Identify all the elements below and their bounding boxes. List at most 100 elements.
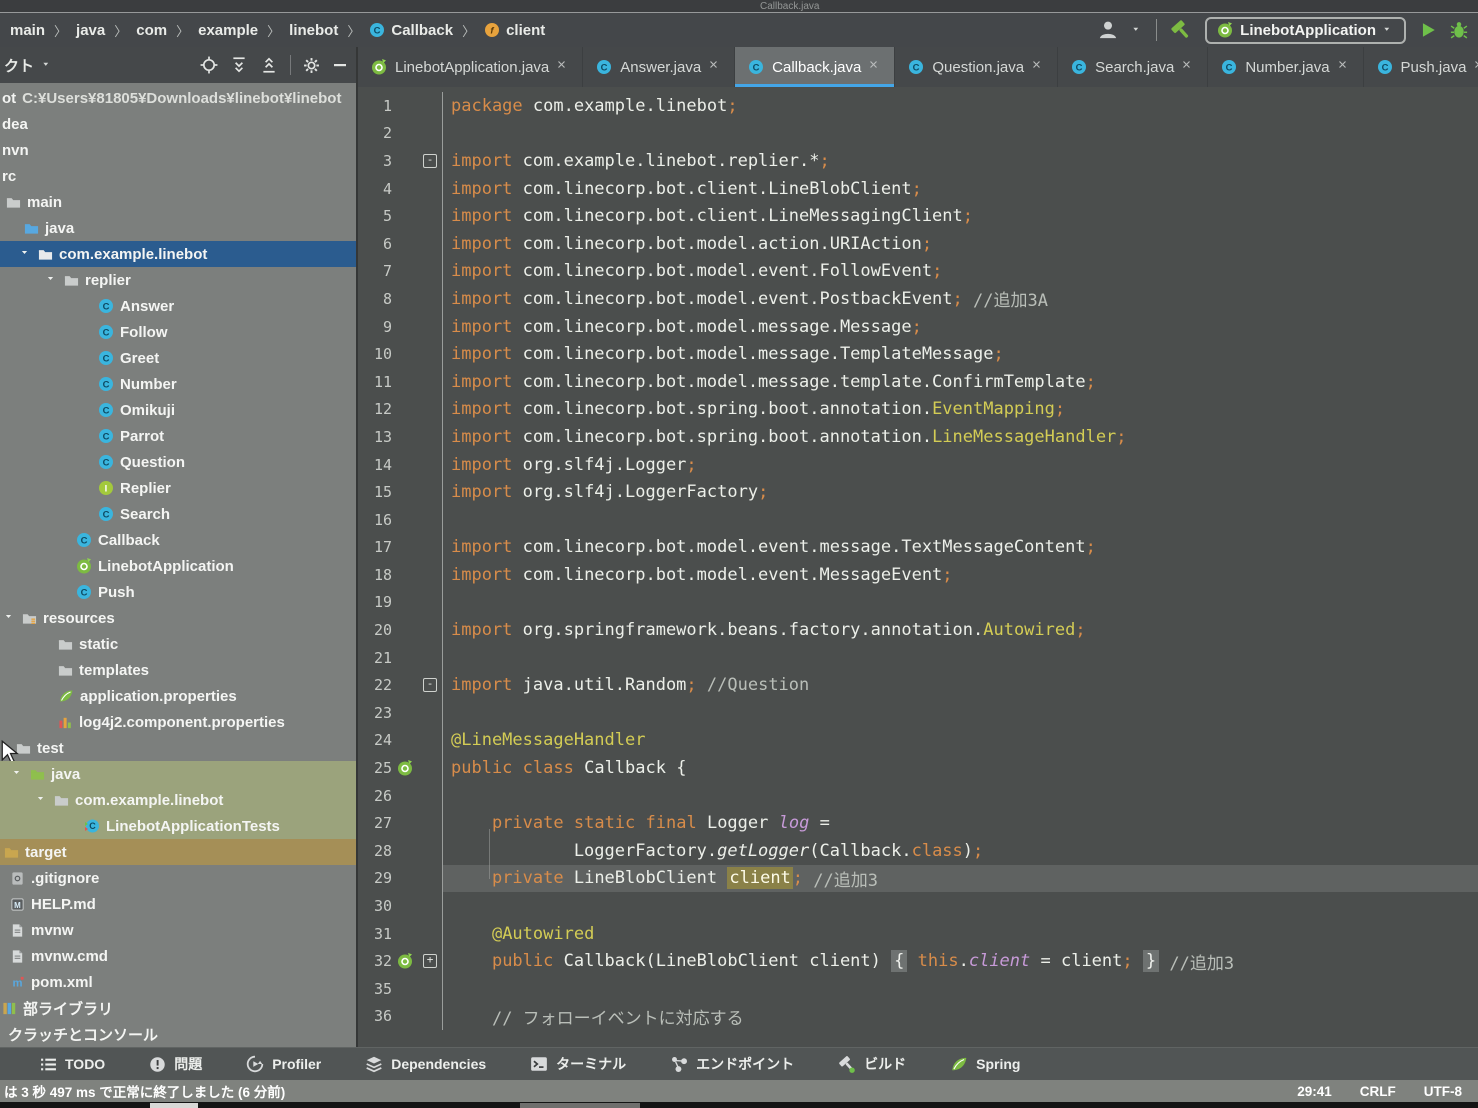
fold-collapse-icon[interactable]: - (423, 154, 437, 168)
gear-icon[interactable] (303, 57, 320, 74)
code-line-text: @LineMessageHandler (443, 727, 1478, 755)
tree-item-question[interactable]: CQuestion (0, 449, 356, 475)
toolwindow-エンドポイント[interactable]: エンドポイント (670, 1054, 794, 1074)
tree-item-answer[interactable]: CAnswer (0, 293, 356, 319)
tree-item-resources[interactable]: resources (0, 605, 356, 631)
toolwindow-todo[interactable]: TODO (40, 1056, 105, 1073)
tree-item-static[interactable]: static (0, 631, 356, 657)
code-token: import (451, 399, 512, 419)
file-encoding[interactable]: UTF-8 (1424, 1084, 1462, 1099)
tree-item-linebotapplicationtests[interactable]: CLinebotApplicationTests (0, 813, 356, 839)
tree-item-java[interactable]: java (0, 215, 356, 241)
tree-item-replier[interactable]: replier (0, 267, 356, 293)
tree-item--gitignore[interactable]: .gitignore (0, 865, 356, 891)
tree-item-nvn[interactable]: nvn (0, 137, 356, 163)
fold-column (418, 340, 443, 368)
toolwindow-dependencies[interactable]: Dependencies (365, 1055, 486, 1073)
chevron-down-icon[interactable] (4, 612, 16, 624)
tree-item-application-properties[interactable]: application.properties (0, 683, 356, 709)
close-icon[interactable] (1338, 59, 1350, 75)
tree-item-mvnw[interactable]: mvnw (0, 917, 356, 943)
tab-search-java[interactable]: CSearch.java (1058, 47, 1208, 87)
tree-item-dea[interactable]: dea (0, 111, 356, 137)
breadcrumb-item-client[interactable]: fclient (484, 22, 545, 39)
collapse-all-icon[interactable] (260, 56, 278, 74)
tree-item-ot[interactable]: ot C:¥Users¥81805¥Downloads¥linebot¥line… (0, 85, 356, 111)
tree-item-follow[interactable]: CFollow (0, 319, 356, 345)
tab-linebotapplication-java[interactable]: LinebotApplication.java (358, 47, 583, 87)
toolwindow-ターミナル[interactable]: ターミナル (530, 1054, 626, 1074)
fold-expand-icon[interactable]: + (423, 954, 437, 968)
tree-item-linebotapplication[interactable]: LinebotApplication (0, 553, 356, 579)
caret-position[interactable]: 29:41 (1297, 1084, 1332, 1099)
tree-item-main[interactable]: main (0, 189, 356, 215)
chevron-down-icon[interactable] (12, 768, 24, 780)
file-plain-icon (10, 923, 25, 938)
breadcrumb-item-linebot[interactable]: linebot (289, 22, 338, 39)
toolwindow-問題[interactable]: 問題 (149, 1054, 202, 1074)
close-icon[interactable] (1182, 59, 1194, 75)
close-icon[interactable] (869, 59, 881, 75)
tree-item-com-example-linebot[interactable]: com.example.linebot (0, 787, 356, 813)
breadcrumb-item-callback[interactable]: CCallback (369, 22, 453, 39)
tree-item-greet[interactable]: CGreet (0, 345, 356, 371)
breadcrumb-item-example[interactable]: example (198, 22, 258, 39)
user-icon[interactable] (1097, 20, 1119, 40)
run-configuration-select[interactable]: LinebotApplication (1205, 17, 1406, 44)
tree-item-label: nvn (2, 142, 29, 159)
tree-item-search[interactable]: CSearch (0, 501, 356, 527)
code-editor[interactable]: 1package com.example.linebot;23-import c… (358, 87, 1478, 1047)
tree-item-test[interactable]: test (0, 735, 356, 761)
tree-item-help-md[interactable]: MHELP.md (0, 891, 356, 917)
class-icon: C (98, 402, 114, 418)
breadcrumb-item-com[interactable]: com (136, 22, 167, 39)
list-icon (40, 1056, 57, 1073)
tree-item--[interactable]: 部ライブラリ (0, 995, 356, 1021)
tree-item-target[interactable]: target (0, 839, 356, 865)
tree-item-omikuji[interactable]: COmikuji (0, 397, 356, 423)
breadcrumb-item-java[interactable]: java (76, 22, 105, 39)
chevron-down-icon[interactable] (20, 248, 32, 260)
project-panel-title[interactable]: クト (4, 55, 53, 76)
tree-item-rc[interactable]: rc (0, 163, 356, 189)
line-ending[interactable]: CRLF (1360, 1084, 1396, 1099)
chevron-down-icon[interactable] (36, 794, 48, 806)
build-hammer-icon[interactable] (1170, 19, 1192, 41)
tree-item-log4j2-component-properties[interactable]: log4j2.component.properties (0, 709, 356, 735)
code-token: import (451, 372, 512, 392)
toolwindow-ビルド[interactable]: ビルド (838, 1054, 906, 1074)
tree-item--[interactable]: クラッチとコンソール (0, 1021, 356, 1047)
tree-item-push[interactable]: CPush (0, 579, 356, 605)
tree-item-pom-xml[interactable]: mpom.xml (0, 969, 356, 995)
chevron-down-icon[interactable] (1132, 25, 1143, 36)
tree-item-java[interactable]: java (0, 761, 356, 787)
tree-item-number[interactable]: CNumber (0, 371, 356, 397)
close-icon[interactable] (1032, 59, 1044, 75)
hide-panel-icon[interactable] (332, 57, 348, 73)
fold-column (418, 644, 443, 672)
tree-item-mvnw-cmd[interactable]: mvnw.cmd (0, 943, 356, 969)
close-icon[interactable] (709, 59, 721, 75)
tree-item-com-example-linebot[interactable]: com.example.linebot (0, 241, 356, 267)
folder-icon (6, 195, 21, 210)
breadcrumb-item-main[interactable]: main (10, 22, 45, 39)
close-icon[interactable] (1474, 59, 1478, 75)
toolwindow-spring[interactable]: Spring (950, 1055, 1020, 1073)
tree-item-replier[interactable]: IReplier (0, 475, 356, 501)
debug-button[interactable] (1450, 21, 1468, 39)
tab-question-java[interactable]: CQuestion.java (895, 47, 1058, 87)
tab-number-java[interactable]: CNumber.java (1208, 47, 1363, 87)
run-button[interactable] (1419, 21, 1437, 39)
tab-callback-java[interactable]: CCallback.java (735, 47, 895, 87)
chevron-down-icon[interactable] (46, 274, 58, 286)
tab-push-java[interactable]: CPush.java (1364, 47, 1478, 87)
toolwindow-profiler[interactable]: Profiler (246, 1055, 321, 1073)
fold-collapse-icon[interactable]: - (423, 678, 437, 692)
tab-answer-java[interactable]: CAnswer.java (583, 47, 735, 87)
tree-item-templates[interactable]: templates (0, 657, 356, 683)
close-icon[interactable] (557, 59, 569, 75)
tree-item-parrot[interactable]: CParrot (0, 423, 356, 449)
tree-item-callback[interactable]: CCallback (0, 527, 356, 553)
expand-all-icon[interactable] (230, 56, 248, 74)
locate-file-icon[interactable] (200, 56, 218, 74)
